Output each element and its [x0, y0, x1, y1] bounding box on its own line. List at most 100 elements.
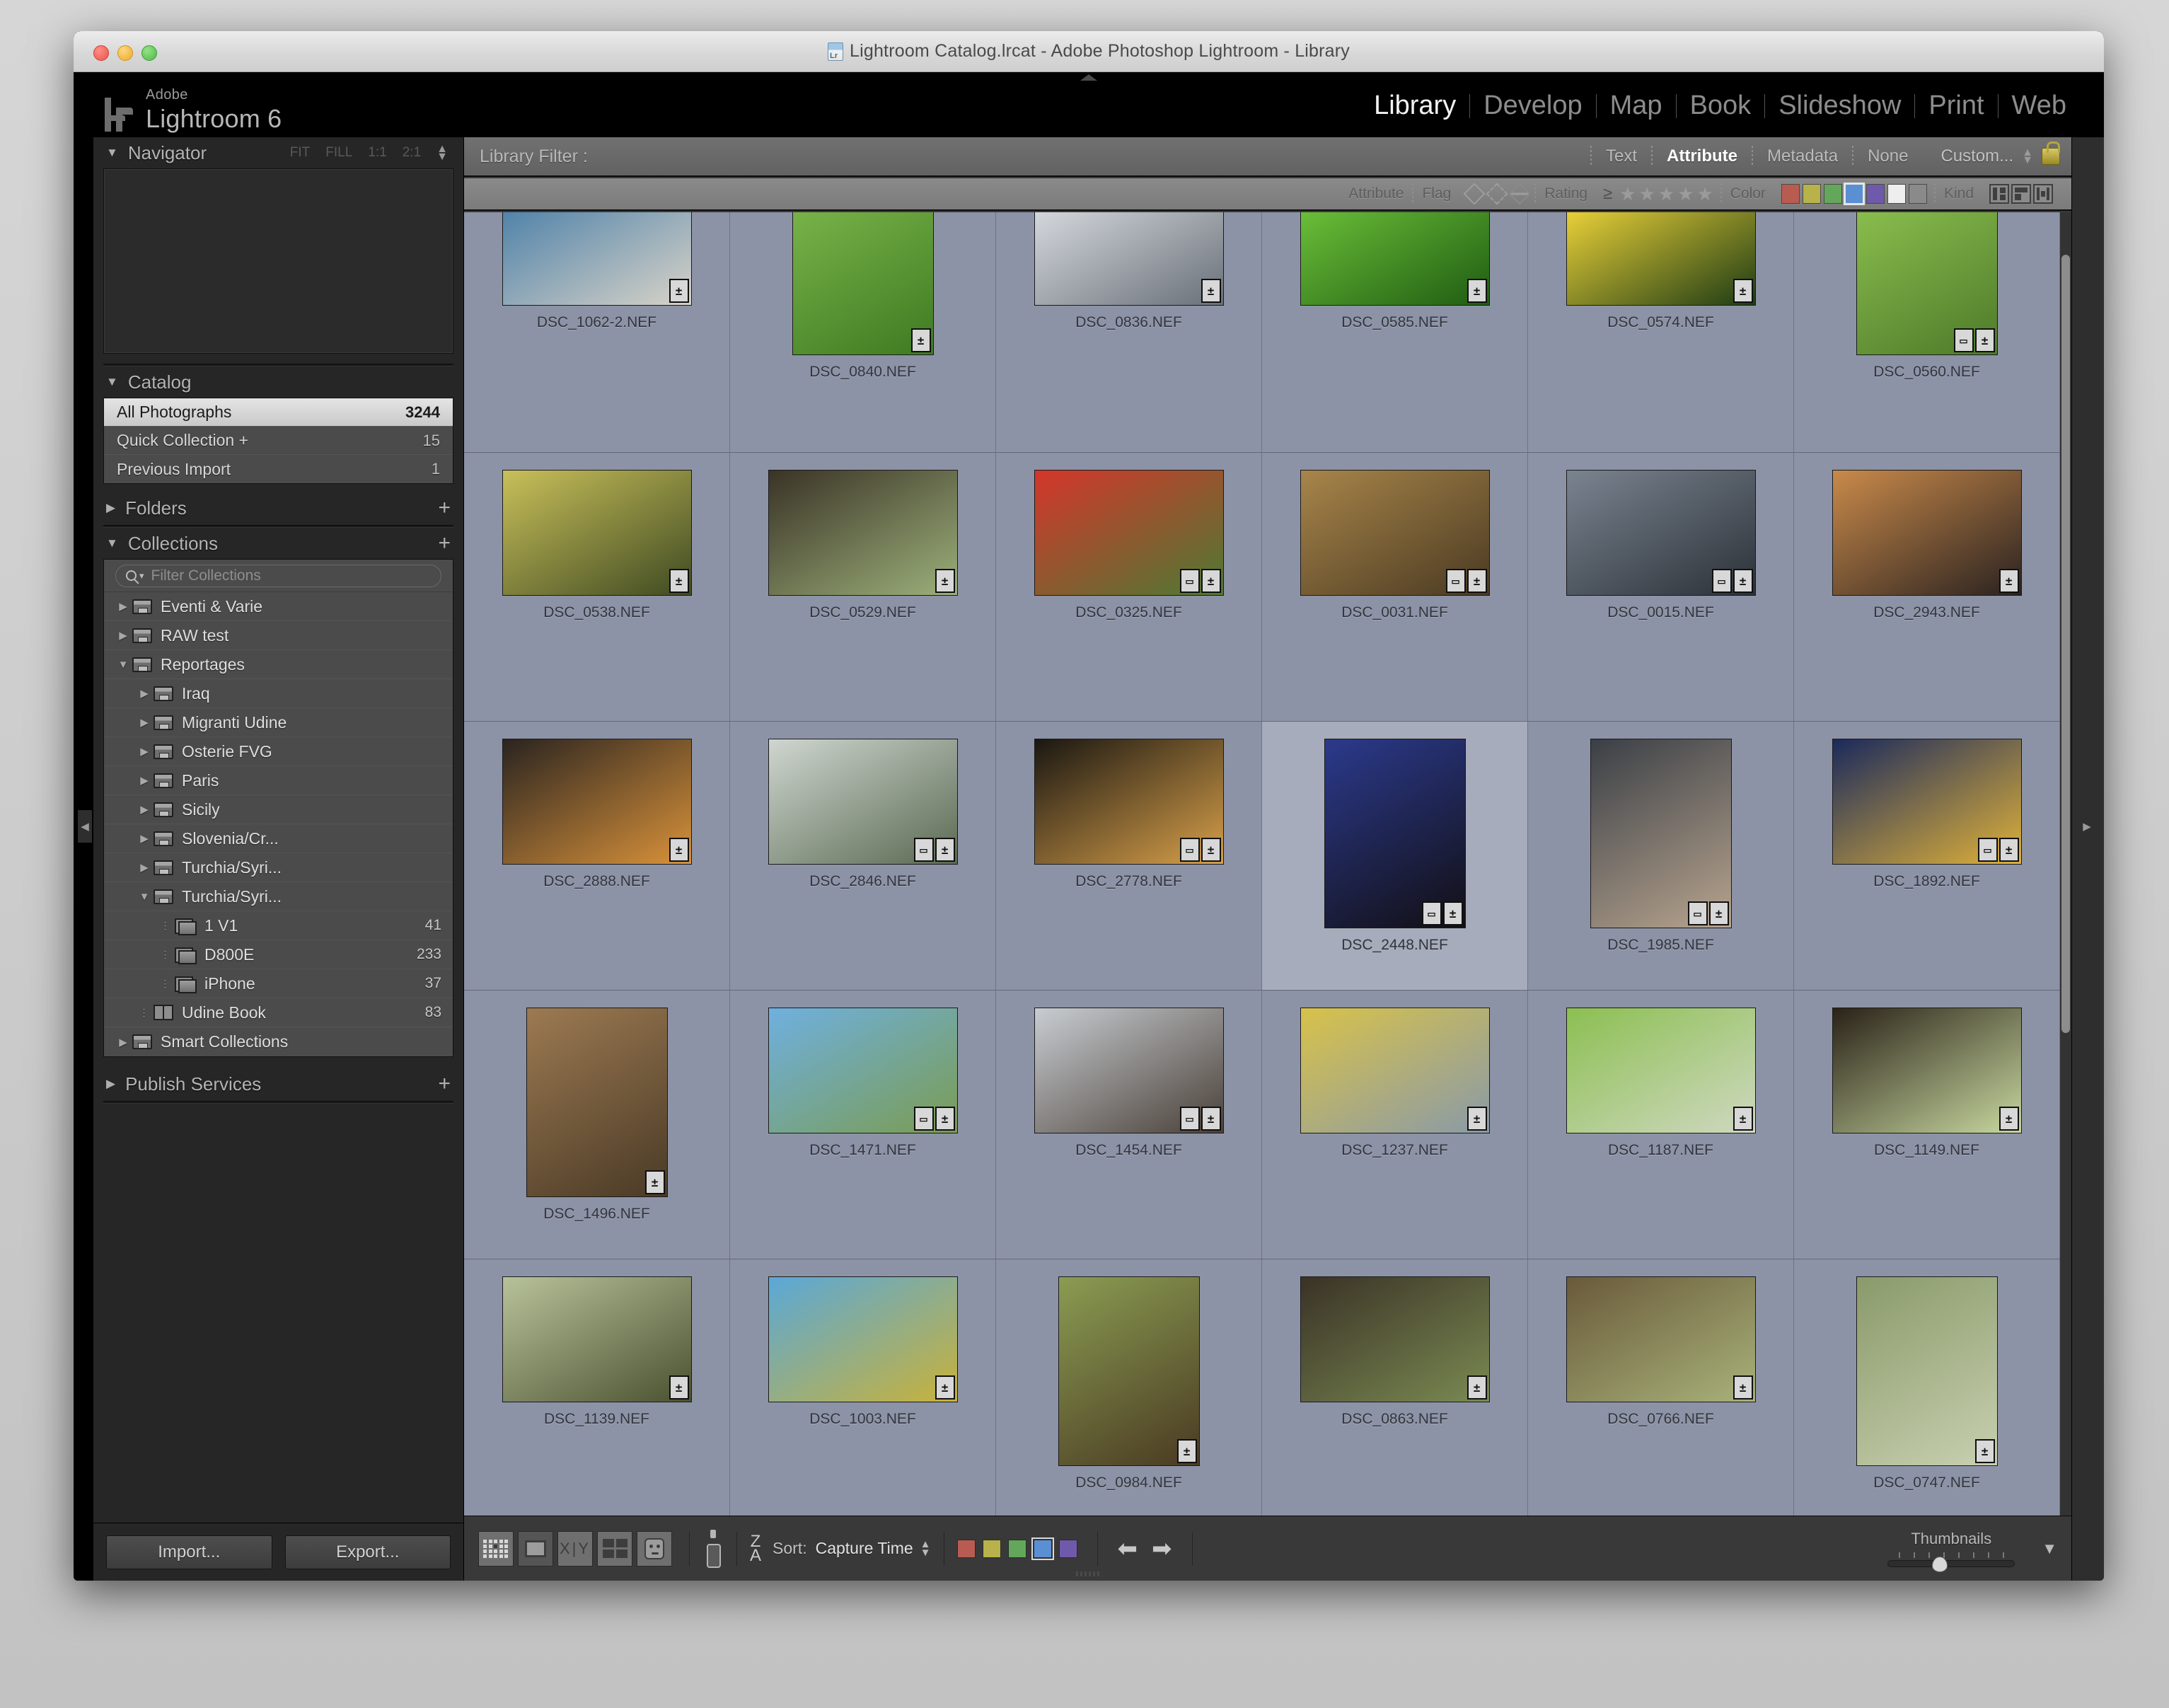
grid-cell[interactable]: ± DSC_1149.NEF [1794, 991, 2060, 1259]
color-filter-swatch[interactable] [1802, 184, 1821, 204]
disclosure-triangle-down-icon[interactable]: ▼ [135, 891, 154, 903]
collection-item[interactable]: ▶ RAW test [104, 621, 453, 650]
develop-badge-icon[interactable]: ± [1467, 1107, 1487, 1131]
export-button[interactable]: Export... [284, 1535, 451, 1569]
develop-badge-icon[interactable]: ± [1708, 901, 1729, 925]
grid-cell[interactable]: ± DSC_0863.NEF [1262, 1259, 1528, 1516]
grid-cell[interactable]: ▭ ± DSC_0015.NEF [1528, 453, 1794, 722]
survey-view-icon[interactable] [597, 1530, 632, 1566]
grid-cell[interactable]: ± DSC_1003.NEF [730, 1259, 996, 1516]
grid-cell[interactable]: ± DSC_2943.NEF [1794, 453, 2060, 722]
catalog-item[interactable]: Previous Import 1 [104, 455, 453, 483]
crop-badge-icon[interactable]: ▭ [1977, 838, 1998, 862]
module-map[interactable]: Map [1597, 91, 1676, 121]
photo-thumbnail[interactable]: ▭ ± [1856, 212, 1998, 355]
grid-view-icon[interactable] [478, 1530, 514, 1566]
photo-thumbnail[interactable]: ▭ ± [1034, 470, 1224, 596]
crop-badge-icon[interactable]: ▭ [1445, 569, 1466, 593]
develop-badge-icon[interactable]: ± [1999, 569, 2019, 593]
grid-cell[interactable]: ± DSC_0585.NEF [1262, 212, 1528, 453]
grid-scrollbar[interactable] [2060, 212, 2071, 1516]
module-book[interactable]: Book [1677, 91, 1765, 121]
preset-stepper-icon[interactable]: ▲ ▼ [2022, 146, 2033, 166]
photo-thumbnail[interactable]: ± [526, 1008, 668, 1197]
disclosure-triangle-right-icon[interactable]: ▶ [135, 716, 154, 729]
disclosure-triangle-down-icon[interactable]: ▼ [106, 146, 118, 160]
disclosure-triangle-right-icon[interactable]: ▶ [135, 803, 154, 816]
publish-services-header[interactable]: ▶ Publish Services + [93, 1068, 463, 1100]
grid-cell[interactable]: ▭ ± DSC_1454.NEF [996, 991, 1262, 1259]
develop-badge-icon[interactable]: ± [1999, 1107, 2019, 1131]
kind-video-icon[interactable] [2033, 184, 2053, 204]
top-panel-toggle-arrow[interactable] [1080, 74, 1097, 81]
disclosure-triangle-right-icon[interactable]: ▶ [114, 1036, 132, 1049]
develop-badge-icon[interactable]: ± [910, 328, 931, 352]
photo-thumbnail[interactable]: ▭ ± [1590, 739, 1732, 928]
develop-badge-icon[interactable]: ± [1176, 1439, 1197, 1463]
toolbar-hide-caret-icon[interactable]: ▼ [2042, 1540, 2057, 1558]
loupe-view-icon[interactable] [518, 1530, 553, 1566]
rating-star-3[interactable]: ★ [1658, 183, 1675, 205]
develop-badge-icon[interactable]: ± [1733, 569, 1753, 593]
add-publish-service-button[interactable]: + [438, 1073, 451, 1095]
grid-cell[interactable]: ▭ ± DSC_0031.NEF [1262, 453, 1528, 722]
grid-cell[interactable]: ± DSC_1496.NEF [464, 991, 730, 1259]
photo-thumbnail[interactable]: ▭ ± [768, 739, 958, 865]
chevron-down-icon[interactable]: ▾ [139, 570, 144, 582]
grid-cell[interactable]: ▭ ± DSC_2846.NEF [730, 722, 996, 991]
filter-collections-input[interactable]: ▾ Filter Collections [115, 564, 441, 587]
kind-virtual-copy-icon[interactable] [2011, 184, 2031, 204]
rating-star-2[interactable]: ★ [1639, 183, 1655, 205]
grid-cell[interactable]: ▭ ± DSC_0560.NEF [1794, 212, 2060, 453]
photo-thumbnail[interactable]: ± [1566, 1008, 1756, 1133]
rating-star-1[interactable]: ★ [1619, 183, 1636, 205]
develop-badge-icon[interactable]: ± [1733, 1107, 1753, 1131]
module-web[interactable]: Web [1999, 91, 2080, 121]
collection-item[interactable]: ⋮ D800E 233 [104, 940, 453, 969]
photo-thumbnail[interactable]: ± [502, 1276, 692, 1402]
grid-view[interactable]: ± DSC_1062-2.NEF ± DSC_0840.NEF ± DSC_0836.NE… [464, 212, 2071, 1516]
develop-badge-icon[interactable]: ± [669, 569, 689, 593]
photo-thumbnail[interactable]: ± [1058, 1276, 1200, 1466]
collection-item[interactable]: ▶ Eventi & Varie [104, 592, 453, 621]
people-view-icon[interactable] [637, 1530, 672, 1566]
disclosure-triangle-down-icon[interactable]: ▼ [106, 375, 118, 389]
collection-item[interactable]: ▶ Smart Collections [104, 1027, 453, 1056]
collection-item[interactable]: ▶ Slovenia/Cr... [104, 824, 453, 853]
folders-header[interactable]: ▶ Folders + [93, 492, 463, 524]
develop-badge-icon[interactable]: ± [1974, 1439, 1995, 1463]
identity-plate[interactable]: Adobe Lightroom 6 [102, 88, 282, 132]
grid-cell[interactable]: ± DSC_0574.NEF [1528, 212, 1794, 453]
module-print[interactable]: Print [1915, 91, 1997, 121]
disclosure-triangle-right-icon[interactable]: ▶ [114, 600, 132, 613]
develop-badge-icon[interactable]: ± [669, 1375, 689, 1400]
lock-icon[interactable] [2042, 142, 2060, 165]
photo-thumbnail[interactable]: ± [1300, 1008, 1490, 1133]
kind-master-photo-icon[interactable] [1989, 184, 2009, 204]
disclosure-triangle-down-icon[interactable]: ▼ [106, 536, 118, 550]
catalog-item[interactable]: All Photographs 3244 [104, 398, 453, 427]
crop-badge-icon[interactable]: ▭ [1953, 328, 1974, 352]
develop-badge-icon[interactable]: ± [935, 1107, 955, 1131]
develop-badge-icon[interactable]: ± [1733, 279, 1753, 303]
module-develop[interactable]: Develop [1470, 91, 1595, 121]
develop-badge-icon[interactable]: ± [669, 279, 689, 303]
grid-cell[interactable]: ▭ ± DSC_2778.NEF [996, 722, 1262, 991]
disclosure-triangle-right-icon[interactable]: ▶ [135, 687, 154, 700]
photo-thumbnail[interactable]: ± [768, 1276, 958, 1402]
photo-thumbnail[interactable]: ▭ ± [1034, 739, 1224, 865]
filter-tab-attribute[interactable]: Attribute [1653, 146, 1752, 166]
develop-badge-icon[interactable]: ± [1974, 328, 1995, 352]
photo-thumbnail[interactable]: ▭ ± [1832, 739, 2022, 865]
sort-za-icon[interactable]: ZA [750, 1533, 761, 1564]
develop-badge-icon[interactable]: ± [644, 1170, 665, 1194]
photo-thumbnail[interactable]: ± [502, 739, 692, 865]
toolbar-color-swatch[interactable] [1031, 1537, 1054, 1560]
develop-badge-icon[interactable]: ± [1467, 569, 1487, 593]
develop-badge-icon[interactable]: ± [1442, 901, 1463, 925]
toolbar-color-swatch[interactable] [1007, 1539, 1026, 1558]
grid-cell[interactable]: ± DSC_0747.NEF [1794, 1259, 2060, 1516]
zoom-fill[interactable]: FILL [325, 145, 352, 161]
crop-badge-icon[interactable]: ▭ [913, 1107, 934, 1131]
photo-thumbnail[interactable]: ▭ ± [768, 1008, 958, 1133]
